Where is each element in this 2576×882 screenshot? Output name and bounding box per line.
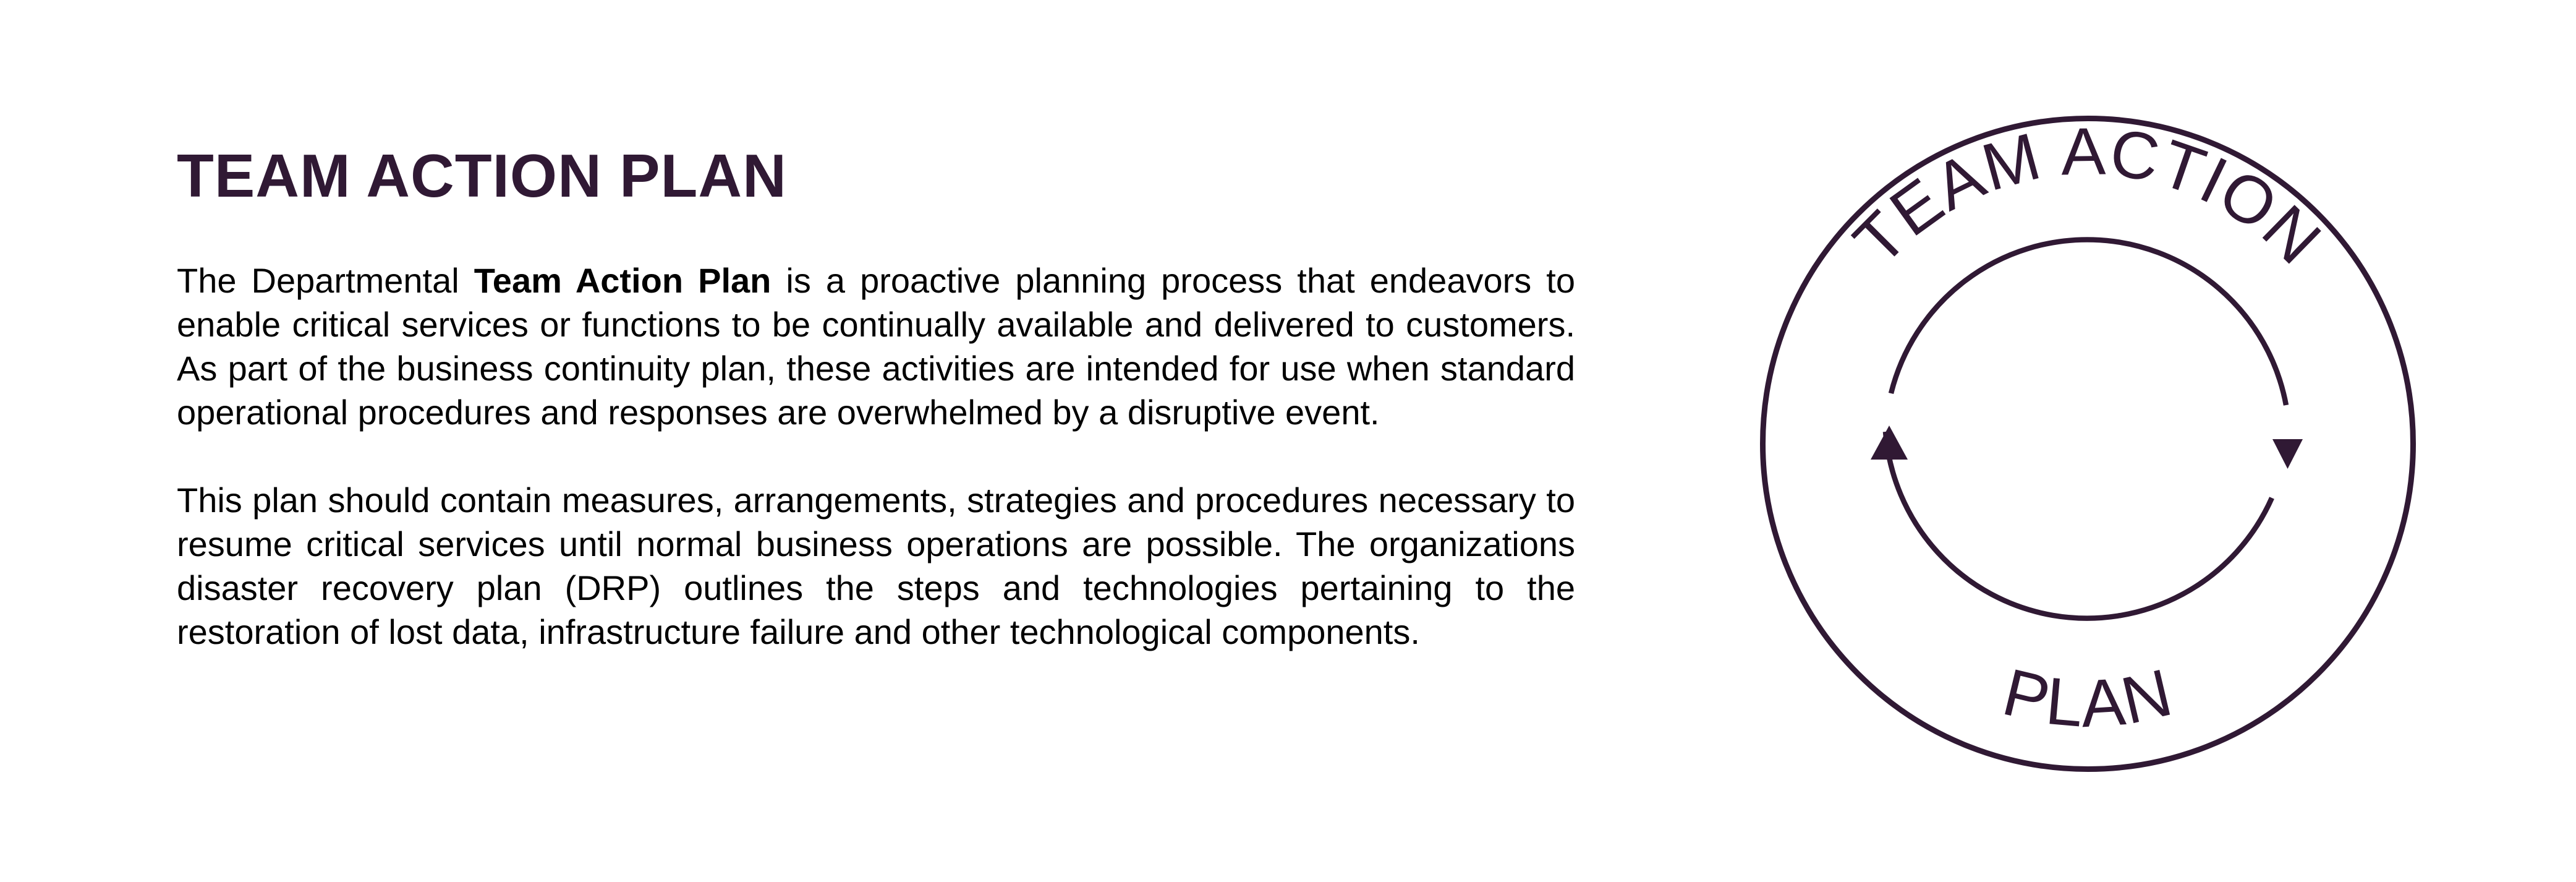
intro-paragraph: The Departmental Team Action Plan is a p… (177, 259, 1575, 434)
plan-paragraph: This plan should contain measures, arran… (177, 481, 1575, 651)
upper-arrow-arc (1888, 237, 2289, 406)
cycle-top-label: TEAM ACTION (1839, 114, 2336, 279)
arrow-head-down-icon (2272, 439, 2303, 469)
arrow-head-up-icon (1871, 426, 1908, 460)
cycle-bottom-label: PLAN (1996, 654, 2180, 741)
page-title: TEAM ACTION PLAN (177, 142, 787, 210)
page: TEAM ACTION PLAN The Departmental Team A… (0, 0, 2576, 882)
body-text: The Departmental Team Action Plan is a p… (177, 259, 1575, 654)
cycle-bottom-label-text: PLAN (1996, 654, 2179, 741)
intro-lead: The Departmental (177, 261, 474, 300)
lower-arrow-arc (1882, 431, 2274, 621)
cycle-top-label-text: TEAM ACTION (1839, 114, 2335, 279)
team-action-cycle-diagram: TEAM ACTION PLAN (1760, 114, 2416, 772)
intro-emphasis: Team Action Plan (474, 261, 772, 300)
circular-arrows-icon (1871, 237, 2303, 621)
